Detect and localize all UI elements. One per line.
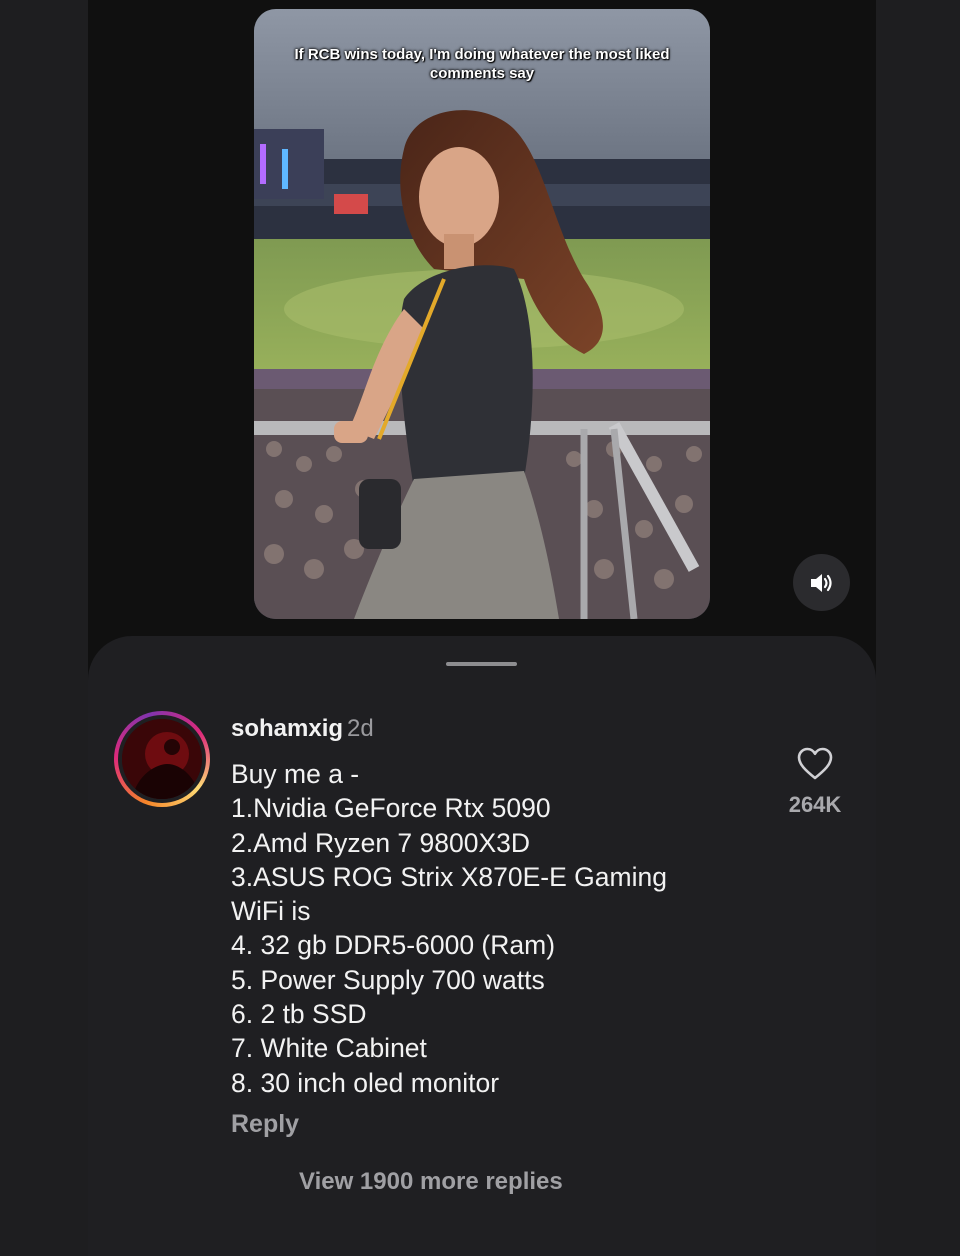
heart-icon[interactable] <box>797 747 833 781</box>
comment-line: Buy me a - <box>231 759 360 789</box>
comment-username[interactable]: sohamxig <box>231 715 343 742</box>
sound-toggle-button[interactable] <box>793 554 850 611</box>
video-thumbnail <box>254 9 710 619</box>
comment-line: WiFi is <box>231 896 311 927</box>
comment-line: 2.Amd Ryzen 7 9800X3D <box>231 827 531 858</box>
comment-line: 3.ASUS ROG Strix X870E-E Gaming <box>231 861 667 892</box>
comment-line: 6. 2 tb SSD <box>231 999 367 1030</box>
comment-line: 4. 32 gb DDR5-6000 (Ram) <box>231 930 556 961</box>
video-caption: If RCB wins today, I'm doing whatever th… <box>294 46 670 82</box>
like-count: 264K <box>788 792 842 817</box>
story-ring[interactable] <box>114 711 210 807</box>
comment-line: 1.Nvidia GeForce Rtx 5090 <box>231 793 551 824</box>
speaker-icon <box>810 573 832 592</box>
comment-time: 2d <box>347 715 374 742</box>
avatar-image <box>122 719 202 799</box>
sheet-drag-handle[interactable] <box>446 662 517 666</box>
view-more-replies-link[interactable]: View 1900 more replies <box>299 1168 563 1196</box>
comment-text: Buy me a - 1.Nvidia GeForce Rtx 5090 2.A… <box>231 757 751 1100</box>
comment-line: 8. 30 inch oled monitor <box>231 1067 500 1098</box>
comment-line: 7. White Cabinet <box>231 1033 427 1064</box>
video-player[interactable]: If RCB wins today, I'm doing whatever th… <box>254 9 710 619</box>
comment-header: sohamxig 2d <box>231 713 374 745</box>
avatar[interactable] <box>122 719 202 799</box>
reply-button[interactable]: Reply <box>231 1110 299 1139</box>
comment-line: 5. Power Supply 700 watts <box>231 964 545 995</box>
